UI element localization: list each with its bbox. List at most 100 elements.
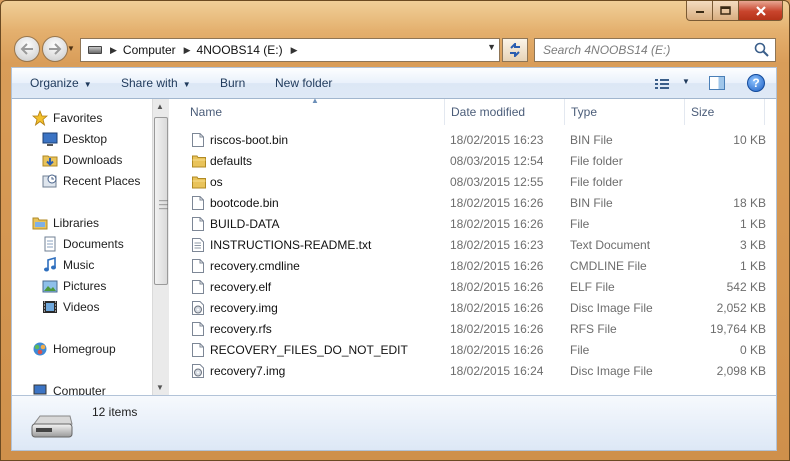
file-type: CMDLINE File <box>570 259 647 273</box>
file-size: 0 KB <box>739 343 766 357</box>
file-date-modified: 18/02/2015 16:24 <box>450 364 544 378</box>
scrollbar-grip-icon: — — — <box>159 195 168 213</box>
homegroup-icon <box>32 341 48 357</box>
new-folder-button[interactable]: New folder <box>275 76 332 90</box>
table-row[interactable]: BUILD-DATA 18/02/2015 16:26 File 1 KB <box>170 214 778 235</box>
sidebar-item-music[interactable]: Music <box>42 257 94 273</box>
file-name: RECOVERY_FILES_DO_NOT_EDIT <box>210 343 408 357</box>
maximize-icon <box>720 6 731 15</box>
scroll-down-arrow-icon[interactable]: ▼ <box>156 383 164 392</box>
column-header-date-modified[interactable]: Date modified <box>445 99 565 125</box>
table-row[interactable]: riscos-boot.bin 18/02/2015 16:23 BIN File 1… <box>170 130 778 151</box>
file-icon <box>192 133 204 147</box>
file-type: File <box>570 217 590 231</box>
table-row[interactable]: recovery7.img 18/02/2015 16:24 Disc Image … <box>170 361 778 382</box>
file-name: os <box>210 175 223 189</box>
forward-button[interactable] <box>42 36 68 62</box>
file-date-modified: 18/02/2015 16:26 <box>450 301 544 315</box>
file-type: File folder <box>570 154 623 168</box>
file-size: 19,764 KB <box>709 322 766 336</box>
table-row[interactable]: recovery.elf 18/02/2015 16:26 ELF File 542 … <box>170 277 778 298</box>
chevron-right-icon[interactable]: ▶ <box>110 45 117 56</box>
table-row[interactable]: INSTRUCTIONS-README.txt 18/02/2015 16:23 T… <box>170 235 778 256</box>
recent-pages-dropdown[interactable]: ▼ <box>67 44 75 53</box>
sidebar-item-label: Downloads <box>63 153 123 167</box>
sidebar-item-label: Favorites <box>53 111 103 125</box>
refresh-icon <box>510 43 520 57</box>
chevron-right-icon[interactable]: ▶ <box>291 45 298 56</box>
command-bar: Organize ▼ Share with ▼ Burn New folder ▼ … <box>11 67 777 99</box>
scroll-up-arrow-icon[interactable]: ▲ <box>156 102 164 111</box>
table-row[interactable]: defaults 08/03/2015 12:54 File folder <box>170 151 778 172</box>
forward-arrow-icon <box>49 43 62 55</box>
file-type: File folder <box>570 175 623 189</box>
sidebar-item-desktop[interactable]: Desktop <box>42 131 107 147</box>
sidebar-item-label: Videos <box>63 300 100 314</box>
column-header-size[interactable]: Size <box>685 99 765 125</box>
sidebar-item-pictures[interactable]: Pictures <box>42 278 106 294</box>
column-header-type[interactable]: Type <box>565 99 685 125</box>
table-row[interactable]: recovery.cmdline 18/02/2015 16:26 CMDLINE … <box>170 256 778 277</box>
file-name: recovery.cmdline <box>210 259 300 273</box>
preview-pane-icon[interactable] <box>709 76 725 90</box>
refresh-button[interactable] <box>502 38 528 62</box>
sidebar-item-downloads[interactable]: Downloads <box>42 152 122 168</box>
folder-icon <box>192 154 206 168</box>
folder-icon <box>192 175 206 189</box>
share-with-label: Share with <box>121 76 178 90</box>
sidebar-item-computer[interactable]: Computer <box>32 383 106 395</box>
removable-drive-icon <box>31 415 73 438</box>
table-row[interactable]: RECOVERY_FILES_DO_NOT_EDIT 18/02/2015 16:… <box>170 340 778 361</box>
sidebar-item-favorites[interactable]: Favorites <box>32 110 102 126</box>
close-button[interactable] <box>739 1 783 21</box>
search-icon[interactable] <box>754 42 770 58</box>
change-view-button[interactable] <box>654 77 670 94</box>
table-row[interactable]: recovery.img 18/02/2015 16:26 Disc Image F… <box>170 298 778 319</box>
help-icon[interactable]: ? <box>747 74 765 92</box>
column-header-name[interactable]: ▲ Name <box>170 96 445 125</box>
search-input[interactable]: Search 4NOOBS14 (E:) <box>534 38 776 62</box>
file-list: ▲ Name Date modified Type Size riscos-bo… <box>170 96 778 395</box>
music-icon <box>42 257 58 273</box>
navigation-scrollbar[interactable]: ▲ — — — ▼ <box>152 99 169 395</box>
view-options-dropdown-icon[interactable]: ▼ <box>682 77 690 86</box>
burn-button[interactable]: Burn <box>220 76 245 90</box>
maximize-button[interactable] <box>713 1 739 21</box>
search-placeholder: Search 4NOOBS14 (E:) <box>543 43 671 57</box>
back-button[interactable] <box>14 36 40 62</box>
share-with-button[interactable]: Share with ▼ <box>121 76 191 90</box>
file-date-modified: 18/02/2015 16:26 <box>450 217 544 231</box>
sidebar-item-documents[interactable]: Documents <box>42 236 124 252</box>
file-type: Text Document <box>570 238 651 252</box>
window-controls <box>686 1 783 21</box>
sidebar-item-homegroup[interactable]: Homegroup <box>32 341 116 357</box>
details-view-icon <box>655 79 669 89</box>
file-name: BUILD-DATA <box>210 217 280 231</box>
sidebar-item-label: Libraries <box>53 216 100 230</box>
documents-icon <box>42 236 58 252</box>
sidebar-item-label: Desktop <box>63 132 108 146</box>
sidebar-item-label: Documents <box>63 237 124 251</box>
table-row[interactable]: bootcode.bin 18/02/2015 16:26 BIN File 18 K… <box>170 193 778 214</box>
file-size: 2,052 KB <box>716 301 766 315</box>
chevron-right-icon[interactable]: ▶ <box>184 45 191 56</box>
disc-image-icon <box>192 364 204 378</box>
organize-button[interactable]: Organize ▼ <box>30 76 92 90</box>
back-arrow-icon <box>20 43 33 55</box>
column-header-label: Date modified <box>451 105 526 119</box>
table-row[interactable]: os 08/03/2015 12:55 File folder <box>170 172 778 193</box>
navigation-bar: ▼ ▶ Computer ▶ 4NOOBS14 (E:) ▶ ▼ Search … <box>1 35 789 63</box>
table-row[interactable]: recovery.rfs 18/02/2015 16:26 RFS File 19,7… <box>170 319 778 340</box>
address-dropdown-icon[interactable]: ▼ <box>487 42 496 52</box>
breadcrumb-computer[interactable]: Computer <box>123 43 176 57</box>
sidebar-item-recent-places[interactable]: Recent Places <box>42 173 140 189</box>
minimize-button[interactable] <box>686 1 713 21</box>
scrollbar-thumb[interactable]: — — — <box>154 117 168 285</box>
sidebar-item-libraries[interactable]: Libraries <box>32 215 99 231</box>
libraries-icon <box>32 215 48 231</box>
sidebar-item-videos[interactable]: Videos <box>42 299 99 315</box>
file-type: File <box>570 343 590 357</box>
address-bar[interactable]: ▶ Computer ▶ 4NOOBS14 (E:) ▶ ▼ <box>80 38 500 62</box>
pictures-icon <box>42 278 58 294</box>
breadcrumb-drive[interactable]: 4NOOBS14 (E:) <box>197 43 283 57</box>
